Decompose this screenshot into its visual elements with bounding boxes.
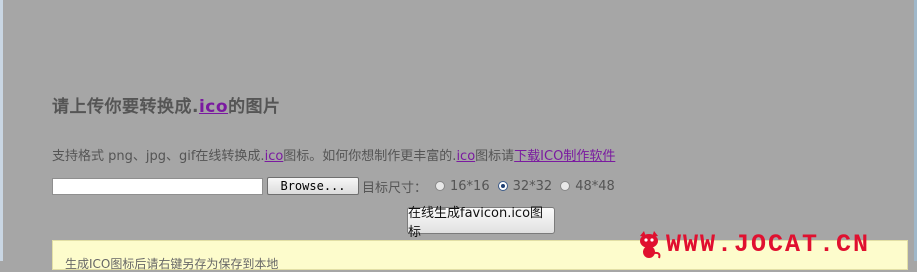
file-path-input[interactable]	[52, 177, 263, 195]
desc-part-1: 支持格式 png、jpg、gif在线转换成.	[52, 149, 265, 164]
heading-suffix: 的图片	[228, 97, 281, 117]
download-software-link[interactable]: 下载ICO制作软件	[514, 149, 615, 164]
size-option-32[interactable]: 32*32	[497, 178, 553, 194]
cat-logo-icon	[640, 230, 661, 258]
size-option-32-label: 32*32	[512, 178, 553, 194]
size-option-48[interactable]: 48*48	[560, 179, 615, 194]
desc-part-2: 图标。如何你想制作更丰富的.	[283, 149, 457, 164]
radio-16[interactable]	[435, 181, 446, 191]
radio-48[interactable]	[560, 181, 571, 191]
notice-text: 生成ICO图标后请右键另存为保存到本地	[65, 257, 279, 271]
target-size-label: 目标尺寸：	[362, 180, 428, 196]
site-watermark: WWW.JOCAT.CN	[636, 228, 870, 261]
watermark-text: WWW.JOCAT.CN	[666, 230, 871, 259]
upload-row: Browse... 目标尺寸： 16*16 32*32 48*48	[52, 176, 615, 196]
heading-prefix: 请上传你要转换成.	[52, 97, 199, 117]
heading-ico-link[interactable]: ico	[199, 97, 228, 117]
desc-ico-link-1[interactable]: ico	[265, 149, 284, 164]
size-option-16-label: 16*16	[450, 178, 490, 194]
desc-ico-link-2[interactable]: ico	[456, 149, 475, 164]
generate-favicon-button[interactable]: 在线生成favicon.ico图标	[407, 206, 555, 240]
desc-part-3: 图标请	[475, 149, 515, 164]
size-option-48-label: 48*48	[575, 178, 615, 194]
format-description: 支持格式 png、jpg、gif在线转换成.ico图标。如何你想制作更丰富的.i…	[52, 145, 615, 164]
window-left-edge	[0, 0, 3, 261]
page-heading: 请上传你要转换成.ico的图片	[52, 92, 281, 117]
radio-32[interactable]	[497, 181, 508, 191]
browse-button[interactable]: Browse...	[267, 177, 359, 195]
size-option-16[interactable]: 16*16	[435, 179, 490, 194]
